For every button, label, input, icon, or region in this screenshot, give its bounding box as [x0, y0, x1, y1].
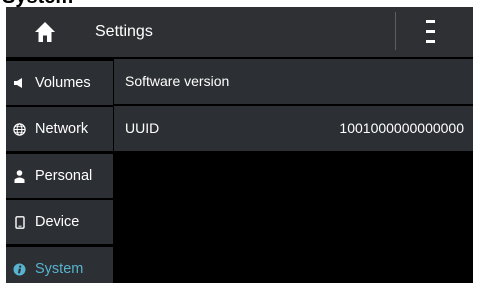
home-button[interactable] — [6, 7, 84, 57]
header-bar: Settings — [6, 7, 473, 57]
sidebar-item-device[interactable]: Device — [6, 200, 113, 244]
setting-row-software-version: Software version — [114, 59, 473, 104]
sidebar-item-personal[interactable]: Personal — [6, 154, 113, 198]
globe-icon — [13, 122, 26, 136]
menu-button[interactable] — [424, 20, 438, 44]
sidebar-item-volumes[interactable]: Volumes — [6, 61, 113, 105]
speaker-icon — [13, 76, 26, 90]
sidebar-item-label: Device — [35, 214, 80, 230]
content-panel: Software version UUID 1001000000000000 — [114, 57, 473, 283]
header-title: Settings — [95, 23, 153, 40]
setting-value: 1001000000000000 — [339, 120, 464, 136]
info-icon — [13, 262, 26, 276]
sidebar: Volumes Network Personal Device System — [6, 57, 114, 283]
header-divider — [395, 12, 396, 50]
home-icon — [35, 22, 55, 42]
page: System Settings — [0, 0, 479, 283]
sidebar-item-label: Personal — [35, 168, 93, 184]
setting-label: Software version — [125, 73, 230, 89]
person-icon — [13, 169, 26, 183]
sidebar-item-label: Network — [35, 121, 89, 137]
setting-label: UUID — [125, 120, 160, 136]
phone-icon — [13, 215, 26, 229]
sidebar-item-network[interactable]: Network — [6, 107, 113, 151]
setting-row-uuid: UUID 1001000000000000 — [114, 106, 473, 151]
sidebar-item-label: System — [35, 261, 84, 277]
sidebar-item-label: Volumes — [35, 75, 91, 91]
device-screen: Settings Volumes Network Personal Device… — [6, 7, 473, 283]
sidebar-item-system[interactable]: System — [6, 247, 113, 283]
